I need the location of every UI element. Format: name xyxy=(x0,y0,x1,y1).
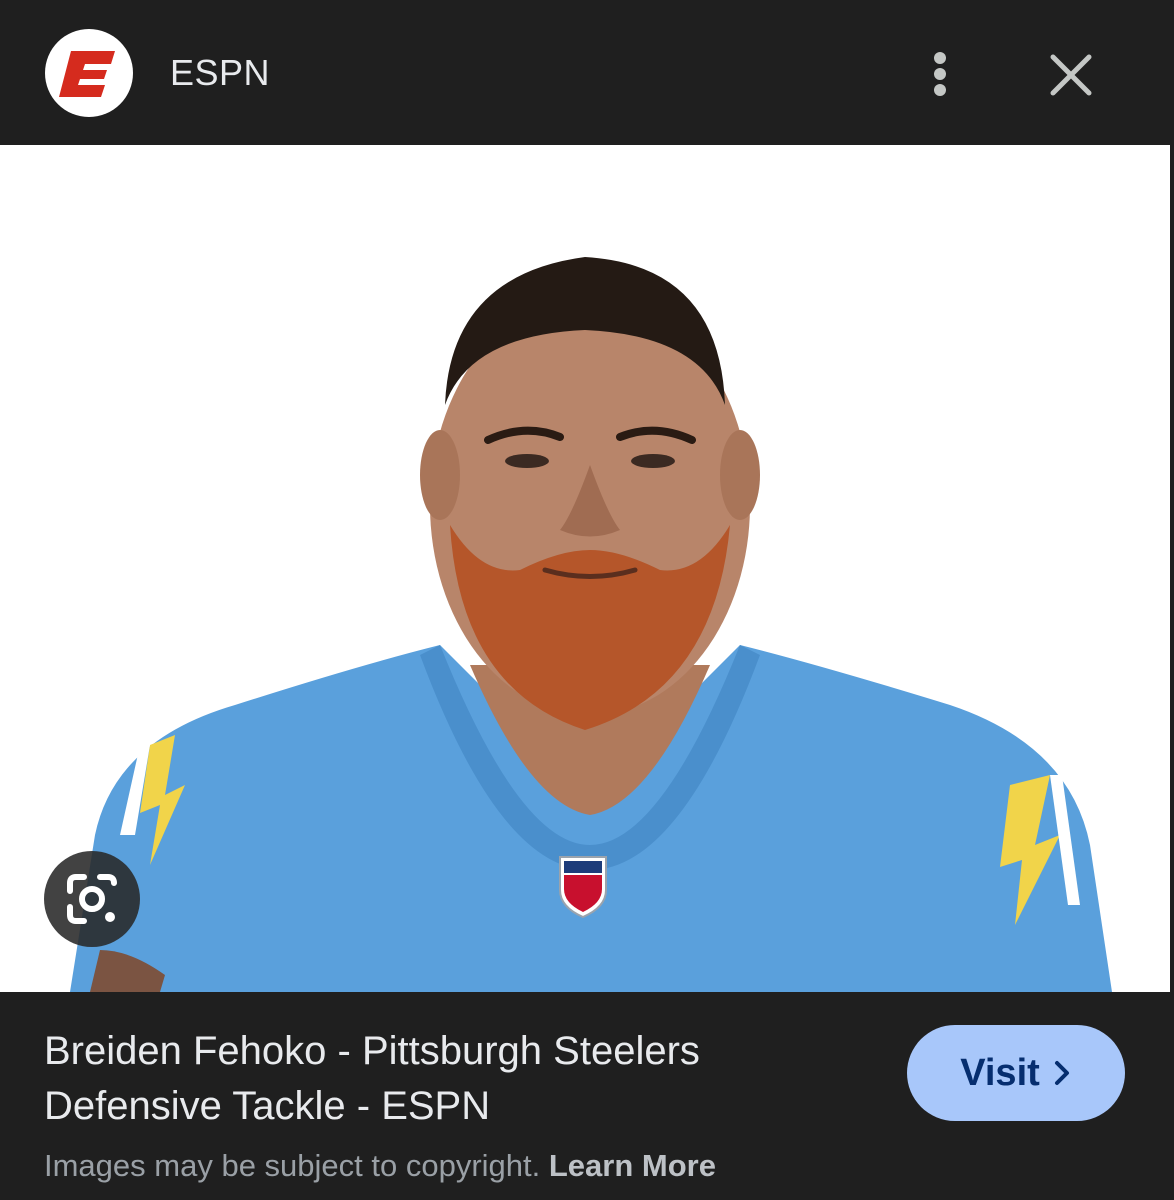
more-options-button[interactable] xyxy=(910,44,970,104)
result-title-line1: Breiden Fehoko - Pittsburgh Steelers xyxy=(44,1029,700,1073)
result-info-panel: Breiden Fehoko - Pittsburgh Steelers Def… xyxy=(0,992,1174,1200)
visit-button[interactable]: Visit xyxy=(907,1025,1125,1121)
player-headshot xyxy=(70,257,1112,992)
result-title-link[interactable]: Breiden Fehoko - Pittsburgh Steelers Def… xyxy=(44,1024,874,1134)
result-title-line2: Defensive Tackle - ESPN xyxy=(44,1084,491,1128)
google-lens-button[interactable] xyxy=(44,851,140,947)
learn-more-link[interactable]: Learn More xyxy=(549,1148,716,1183)
google-lens-icon xyxy=(67,874,117,924)
preview-image[interactable] xyxy=(0,145,1170,992)
copyright-text: Images may be subject to copyright. xyxy=(44,1148,541,1183)
close-button[interactable] xyxy=(1040,44,1102,106)
chevron-right-icon xyxy=(1054,1061,1069,1085)
copyright-notice: Images may be subject to copyright. Lear… xyxy=(44,1148,716,1184)
visit-button-label: Visit xyxy=(960,1051,1040,1094)
viewer-header: ESPN xyxy=(0,0,1174,145)
more-vert-icon xyxy=(934,52,946,96)
close-icon xyxy=(1050,54,1092,96)
site-name[interactable]: ESPN xyxy=(170,52,270,94)
espn-logo-icon xyxy=(45,29,133,117)
